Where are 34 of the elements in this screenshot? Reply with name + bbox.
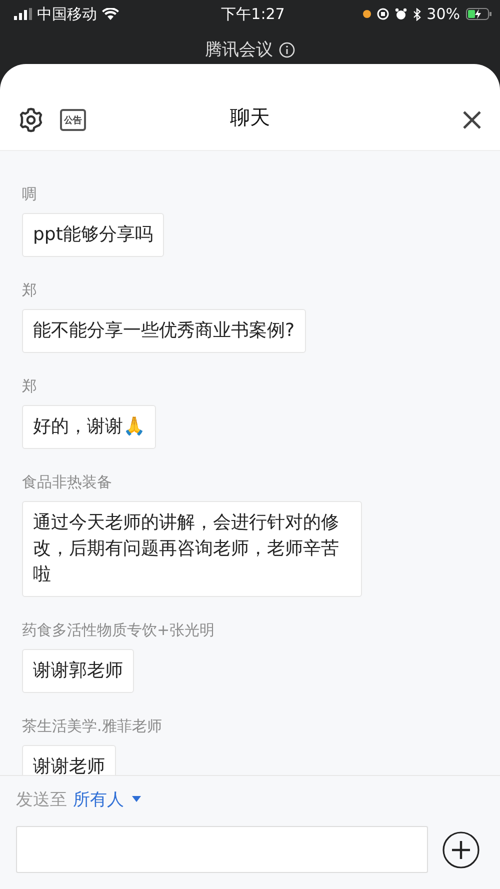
sender-name: 啁 [22,184,38,204]
wifi-icon [102,8,119,20]
message-bubble: 通过今天老师的讲解，会进行针对的修改，后期有问题再咨询老师，老师辛苦啦 [22,501,362,597]
battery-percent: 30% [426,5,460,23]
rotation-lock-icon [376,8,389,20]
sender-name: 食品非热装备 [22,472,113,492]
battery-icon [466,8,492,20]
message-bubble: ppt能够分享吗 [22,213,164,257]
clock-time: 下午1:27 [221,4,285,24]
sender-name: 药食多活性物质专饮+张光明 [22,620,216,640]
plus-icon [442,830,480,868]
message-bubble: 能不能分享一些优秀商业书案例? [22,309,306,353]
alarm-icon [394,8,407,20]
carrier-name: 中国移动 [37,4,97,24]
message-bubble: 好的，谢谢🙏 [22,405,156,449]
sender-name: 茶生活美学.雅菲老师 [22,716,163,736]
message-bubble: 谢谢老师 [22,745,116,775]
info-icon[interactable] [279,42,295,58]
dot-icon [362,10,371,18]
app-title: 腾讯会议 [205,39,273,61]
caret-icon [132,796,141,802]
add-button[interactable] [442,830,480,868]
chat-title: 聊天 [230,104,270,131]
send-to-label: 发送至 [16,788,67,810]
bluetooth-icon [412,8,421,20]
sender-name: 郑 [22,280,38,300]
settings-icon[interactable] [18,107,44,133]
message-bubble: 谢谢郭老师 [22,649,134,693]
message-input[interactable] [16,826,428,873]
sender-name: 郑 [22,376,38,396]
notice-button[interactable]: 公告 [60,109,86,131]
close-icon [462,110,482,130]
recipient-dropdown[interactable]: 所有人 [73,788,141,810]
signal-icon [14,8,32,20]
